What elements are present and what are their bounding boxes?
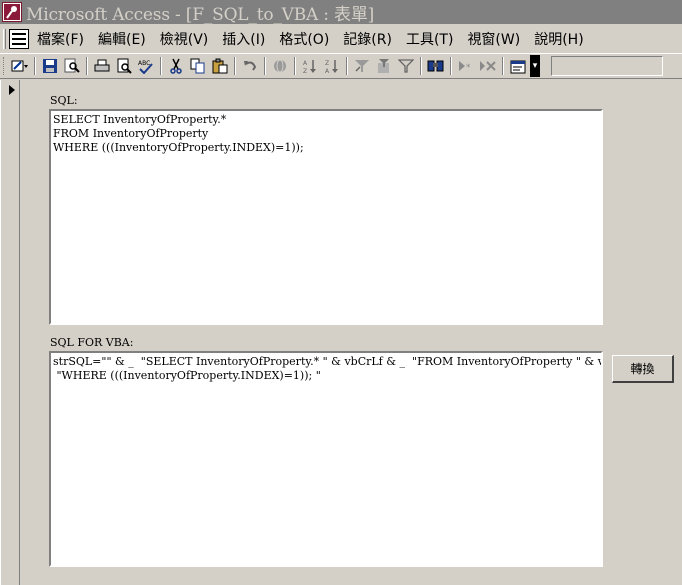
- current-record-arrow-icon: [9, 85, 15, 95]
- menu-insert[interactable]: 插入(I): [222, 29, 265, 49]
- toolbar-separator: [502, 57, 504, 75]
- svg-text:*: *: [466, 63, 471, 73]
- sql-textbox[interactable]: SELECT InventoryOfProperty.* FROM Invent…: [49, 109, 603, 325]
- toolbar-separator: [294, 57, 296, 75]
- hyperlink-icon[interactable]: [270, 56, 290, 76]
- toolbar-separator: [264, 57, 266, 75]
- menu-window[interactable]: 視窗(W): [467, 29, 520, 49]
- sql-for-vba-label: SQL FOR VBA:: [50, 336, 134, 349]
- toolbar-separator: [160, 57, 162, 75]
- sql-label: SQL:: [50, 94, 78, 107]
- toolbar-separator: [450, 57, 452, 75]
- access-key-icon[interactable]: [2, 2, 22, 22]
- toolbar-options-icon[interactable]: ▾: [530, 55, 540, 77]
- record-selector[interactable]: [0, 80, 20, 585]
- toolbar-separator: [346, 57, 348, 75]
- properties-icon[interactable]: [508, 56, 528, 76]
- convert-button[interactable]: 轉換: [612, 355, 674, 383]
- menubar-grip[interactable]: [3, 29, 6, 49]
- filter-by-form-icon[interactable]: [374, 56, 394, 76]
- filter-by-selection-icon[interactable]: [352, 56, 372, 76]
- print-preview-icon[interactable]: [114, 56, 134, 76]
- menu-records[interactable]: 記錄(R): [343, 29, 392, 49]
- cut-icon[interactable]: [166, 56, 186, 76]
- svg-text:A: A: [325, 68, 330, 74]
- title-bar: Microsoft Access - [F_SQL_to_VBA : 表單]: [0, 0, 682, 25]
- menu-file[interactable]: 檔案(F): [37, 29, 84, 49]
- menu-view[interactable]: 檢視(V): [160, 29, 209, 49]
- svg-text:ABC: ABC: [138, 60, 150, 67]
- toolbar-separator: [420, 57, 422, 75]
- svg-text:Z: Z: [325, 60, 329, 67]
- view-icon[interactable]: [10, 56, 30, 76]
- toolbar-separator: [234, 57, 236, 75]
- toolbar-grip[interactable]: [3, 57, 6, 75]
- form-view-toolbar: ABC AZ ZA * ▾: [0, 53, 682, 79]
- spelling-icon[interactable]: ABC: [136, 56, 156, 76]
- sort-descending-icon[interactable]: ZA: [322, 56, 342, 76]
- window-title: Microsoft Access - [F_SQL_to_VBA : 表單]: [26, 4, 375, 25]
- svg-text:A: A: [303, 60, 308, 67]
- menu-format[interactable]: 格式(O): [279, 29, 329, 49]
- menu-help[interactable]: 說明(H): [534, 29, 583, 49]
- delete-record-icon[interactable]: [478, 56, 498, 76]
- toolbar-separator: [34, 57, 36, 75]
- toolbar-separator: [86, 57, 88, 75]
- toolbar-combo-box[interactable]: [551, 56, 663, 76]
- find-icon[interactable]: [426, 56, 446, 76]
- save-icon[interactable]: [40, 56, 60, 76]
- paste-icon[interactable]: [210, 56, 230, 76]
- form-document-icon[interactable]: [9, 29, 29, 49]
- svg-text:Z: Z: [303, 68, 307, 74]
- apply-filter-icon[interactable]: [396, 56, 416, 76]
- copy-icon[interactable]: [188, 56, 208, 76]
- new-record-icon[interactable]: *: [456, 56, 476, 76]
- sort-ascending-icon[interactable]: AZ: [300, 56, 320, 76]
- search-icon[interactable]: [62, 56, 82, 76]
- print-icon[interactable]: [92, 56, 112, 76]
- undo-icon[interactable]: [240, 56, 260, 76]
- menu-bar: 檔案(F) 編輯(E) 檢視(V) 插入(I) 格式(O) 記錄(R) 工具(T…: [0, 26, 682, 52]
- menu-tools[interactable]: 工具(T): [406, 29, 453, 49]
- menu-edit[interactable]: 編輯(E): [98, 29, 146, 49]
- sql-for-vba-textbox[interactable]: strSQL="" & _ "SELECT InventoryOfPropert…: [49, 351, 603, 567]
